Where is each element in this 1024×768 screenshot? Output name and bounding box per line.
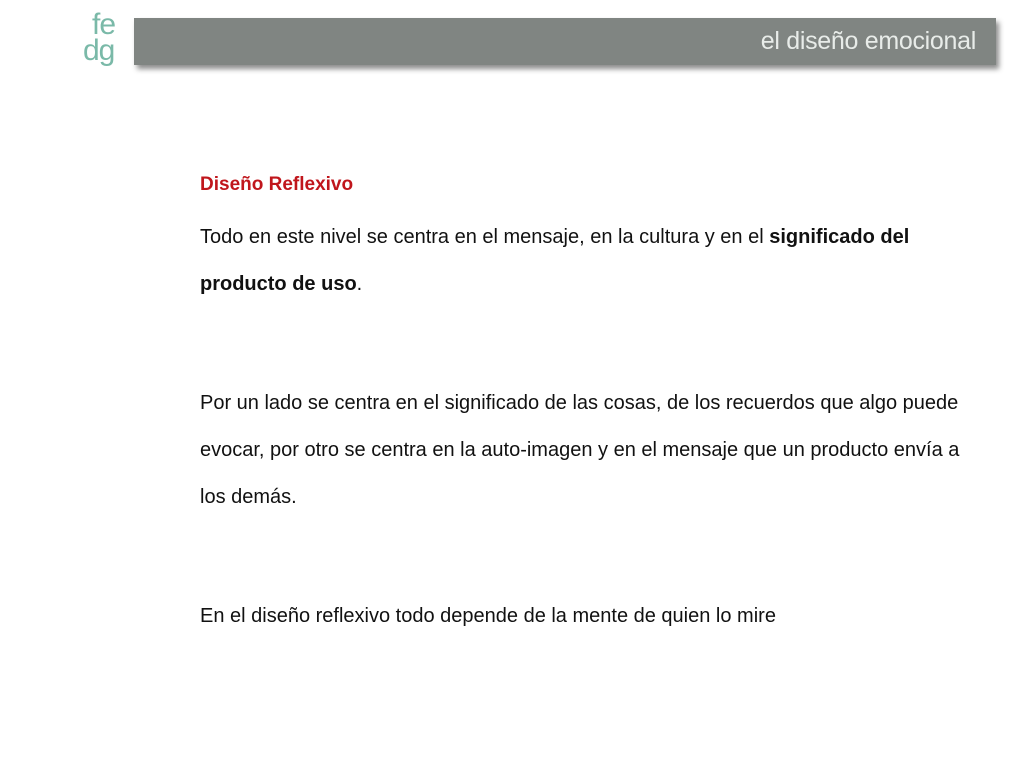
slide-content: Diseño Reflexivo Todo en este nivel se c…	[200, 170, 980, 640]
header-title: el diseño emocional	[760, 27, 977, 55]
paragraph-1-end: .	[356, 273, 363, 295]
paragraph-1: Todo en este nivel se centra en el mensa…	[200, 214, 980, 308]
logo-line-2: dg	[83, 34, 115, 67]
paragraph-2: Por un lado se centra en el significado …	[200, 392, 960, 508]
section-heading: Diseño Reflexivo	[200, 174, 354, 195]
fedg-logo: fe dg	[82, 10, 130, 72]
header-bar: el diseño emocional	[134, 18, 996, 65]
slide: fe dg el diseño emocional Diseño Reflexi…	[0, 0, 1024, 768]
paragraph-1-text: Todo en este nivel se centra en el mensa…	[200, 226, 770, 248]
paragraph-3: En el diseño reflexivo todo depende de l…	[200, 605, 776, 627]
